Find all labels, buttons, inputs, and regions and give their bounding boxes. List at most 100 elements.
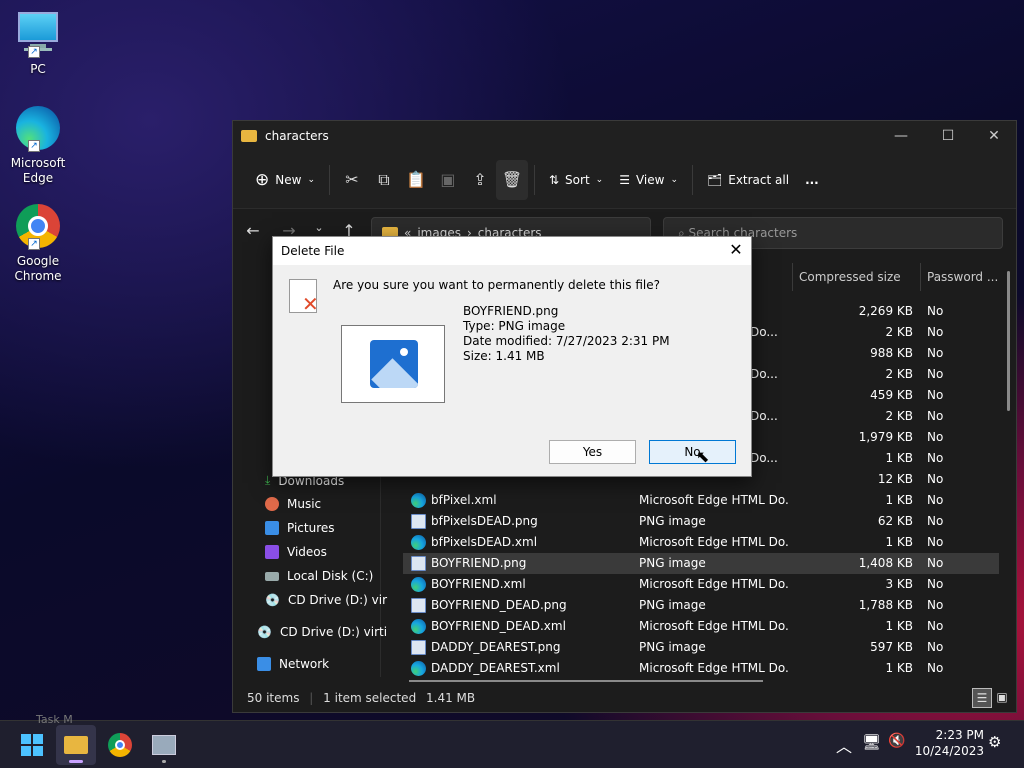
edge-file-icon: [411, 493, 426, 508]
details-view-icon[interactable]: ☰: [972, 688, 992, 708]
edge-file-icon: [411, 661, 426, 676]
nav-item-local-disk[interactable]: Local Disk (C:): [265, 569, 373, 583]
nav-label: Network: [279, 657, 330, 671]
file-name: BOYFRIEND_DEAD.png: [431, 598, 567, 612]
file-name: DADDY_DEAREST.xml: [431, 661, 560, 675]
file-name: bfPixelsDEAD.xml: [431, 535, 538, 549]
divider: [328, 164, 330, 195]
column-header-compressed-size[interactable]: Compressed size: [792, 263, 920, 291]
table-row[interactable]: DADDY_DEAREST.png PNG image 597 KB No: [403, 637, 1003, 658]
maximize-button[interactable]: ☐: [925, 121, 971, 151]
horizontal-scrollbar[interactable]: [409, 680, 763, 682]
file-type: Do...: [750, 409, 778, 423]
desktop-icon-edge[interactable]: ↗ Microsoft Edge: [0, 104, 76, 186]
table-row[interactable]: BOYFRIEND.png PNG image 1,408 KB No: [403, 553, 999, 574]
cd-drive-icon: 💿: [265, 593, 280, 607]
paste-icon[interactable]: 📋: [400, 160, 432, 200]
view-button[interactable]: ☰ View ⌄: [611, 160, 686, 200]
volume-muted-icon[interactable]: 🔇: [888, 733, 905, 749]
chrome-icon: [108, 733, 132, 757]
taskbar-chrome[interactable]: [100, 725, 140, 765]
taskbar: Task M ︿ 🖥 🔇 2:23 PM 10/24/2023 ⚙: [0, 713, 1024, 768]
more-icon: ...: [805, 172, 819, 187]
yes-button[interactable]: Yes: [549, 440, 636, 464]
dialog-close-button[interactable]: ✕: [721, 237, 751, 265]
taskbar-file-explorer[interactable]: [56, 725, 96, 765]
back-arrow-icon[interactable]: ←: [241, 221, 265, 240]
tiles-view-icon[interactable]: ▣: [992, 688, 1012, 708]
chevron-down-icon: ⌄: [307, 174, 315, 185]
nav-item-videos[interactable]: Videos: [265, 545, 327, 559]
videos-icon: [265, 545, 279, 559]
music-icon: [265, 497, 279, 511]
password-status: No: [927, 493, 944, 507]
minimize-button[interactable]: —: [878, 121, 924, 151]
chrome-icon: ↗: [14, 202, 62, 250]
chevron-up-icon[interactable]: ︿: [836, 733, 852, 757]
file-size: 1,408 KB: [858, 556, 913, 570]
file-type: Do...: [750, 367, 778, 381]
dialog-title: Delete File: [273, 237, 751, 265]
table-row[interactable]: bfPixel.xml Microsoft Edge HTML Do... 1 …: [403, 490, 1003, 511]
new-button[interactable]: ⊕ New ⌄: [247, 160, 323, 200]
close-window-button[interactable]: ✕: [971, 121, 1017, 151]
nav-item-pictures[interactable]: Pictures: [265, 521, 335, 535]
file-size: 2 KB: [885, 409, 913, 423]
nav-item-cd-drive[interactable]: 💿 CD Drive (D:) vir: [265, 593, 387, 607]
file-size: 2 KB: [885, 367, 913, 381]
recent-chevron-icon[interactable]: ⌄: [307, 221, 331, 234]
item-count: 50 items: [247, 691, 300, 705]
selection-size: 1.41 MB: [426, 691, 476, 705]
file-size: 12 KB: [877, 472, 913, 486]
file-name: BOYFRIEND.png: [431, 556, 527, 570]
desktop-icon-chrome[interactable]: ↗ Google Chrome: [0, 202, 76, 284]
desktop-icon-label: Google: [16, 254, 60, 268]
image-icon: [370, 340, 418, 388]
password-status: No: [927, 619, 944, 633]
notification-icon[interactable]: ⚙: [988, 733, 1001, 751]
pictures-icon: [265, 521, 279, 535]
password-status: No: [927, 346, 944, 360]
file-type: Do...: [750, 325, 778, 339]
table-row[interactable]: BOYFRIEND_DEAD.xml Microsoft Edge HTML D…: [403, 616, 1003, 637]
rename-icon[interactable]: ▣: [432, 160, 464, 200]
nav-item-cd-drive-2[interactable]: 💿 CD Drive (D:) virti: [257, 625, 387, 639]
file-size: 459 KB: [870, 388, 913, 402]
chevron-down-icon: ⌄: [670, 174, 678, 185]
password-status: No: [927, 409, 944, 423]
pc-icon: ↗: [14, 10, 62, 58]
table-row[interactable]: BOYFRIEND.xml Microsoft Edge HTML Do... …: [403, 574, 1003, 595]
file-size: 988 KB: [870, 346, 913, 360]
mouse-cursor-icon: ⬉: [696, 447, 710, 466]
dialog-question: Are you sure you want to permanently del…: [333, 278, 660, 292]
more-options-button[interactable]: ...: [797, 160, 827, 200]
nav-item-network[interactable]: Network: [257, 657, 329, 671]
cut-icon[interactable]: ✂: [336, 160, 368, 200]
taskbar-task-manager[interactable]: [144, 725, 184, 765]
clock[interactable]: 2:23 PM 10/24/2023: [914, 727, 984, 759]
file-type: PNG image: [639, 556, 706, 570]
status-bar: 50 items | 1 item selected 1.41 MB ☰ ▣: [233, 684, 1016, 712]
table-row[interactable]: bfPixelsDEAD.png PNG image 62 KB No: [403, 511, 1003, 532]
file-date-modified: Date modified: 7/27/2023 2:31 PM: [463, 334, 670, 348]
column-header-password[interactable]: Password ...: [920, 263, 1000, 291]
start-button[interactable]: [12, 725, 52, 765]
table-row[interactable]: bfPixelsDEAD.xml Microsoft Edge HTML Do.…: [403, 532, 1003, 553]
delete-icon[interactable]: 🗑: [495, 159, 528, 200]
selection-count: 1 item selected: [323, 691, 417, 705]
copy-icon[interactable]: ⧉: [368, 160, 400, 200]
windows-logo-icon: [21, 734, 43, 756]
vertical-scrollbar[interactable]: [1007, 271, 1010, 411]
table-row[interactable]: BOYFRIEND_DEAD.png PNG image 1,788 KB No: [403, 595, 1003, 616]
nav-item-music[interactable]: Music: [265, 497, 321, 511]
network-icon[interactable]: 🖥: [862, 733, 881, 751]
nav-label: CD Drive (D:) virti: [279, 625, 388, 639]
share-icon[interactable]: ⇪: [464, 160, 496, 200]
sort-button[interactable]: ⇅ Sort ⌄: [541, 160, 611, 200]
no-button[interactable]: No: [649, 440, 736, 464]
table-row[interactable]: DADDY_DEAREST.xml Microsoft Edge HTML Do…: [403, 658, 1003, 679]
extract-all-button[interactable]: 🗂 Extract all: [699, 160, 797, 200]
desktop-icon-pc[interactable]: ↗ PC: [0, 10, 76, 77]
view-label: View: [635, 172, 665, 187]
file-size: 1,788 KB: [858, 598, 913, 612]
